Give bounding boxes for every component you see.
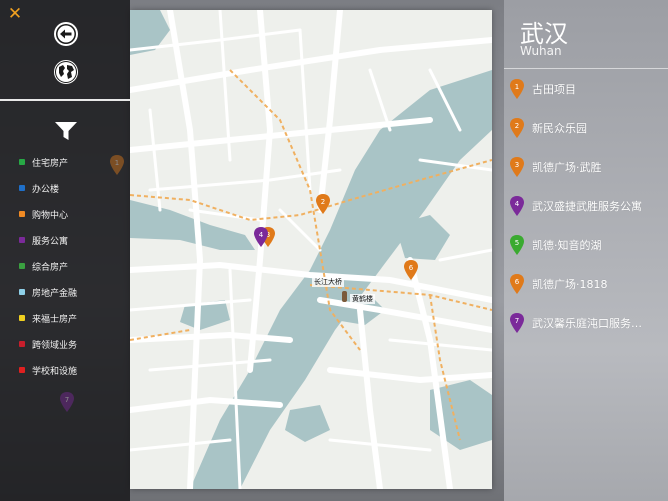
filter-icon[interactable]	[55, 122, 77, 140]
green-pin-icon: 5	[510, 235, 524, 255]
category-serviced-apartment[interactable]: 服务公寓	[19, 233, 68, 247]
category-integrated[interactable]: 综合房产	[19, 259, 68, 273]
pin-number: 3	[515, 161, 519, 169]
project-name: 古田项目	[532, 83, 576, 96]
panel-divider	[0, 99, 130, 101]
residential-color-dot	[19, 159, 25, 165]
close-icon[interactable]: ✕	[6, 5, 24, 23]
city-subtitle: Wuhan	[520, 44, 562, 58]
map-label-bridge: 长江大桥	[312, 277, 344, 287]
office-color-dot	[19, 185, 25, 191]
globe-button[interactable]	[54, 60, 78, 84]
category-office[interactable]: 办公楼	[19, 181, 59, 195]
cross-domain-color-dot	[19, 341, 25, 347]
category-shopping-mall[interactable]: 购物中心	[19, 207, 68, 221]
tower-icon	[342, 291, 347, 302]
project-item-3[interactable]: 3 凯德广场·武胜	[510, 156, 666, 178]
globe-icon	[55, 61, 77, 83]
project-item-7[interactable]: 7 武汉馨乐庭沌口服务…	[510, 312, 666, 334]
map-label-tower: 黄鹤楼	[350, 294, 375, 304]
map-view[interactable]: 长江大桥 黄鹤楼 2 3 4 6	[130, 10, 492, 489]
svg-text:1: 1	[115, 159, 119, 167]
orange-pin-icon: 6	[510, 274, 524, 294]
project-item-6[interactable]: 6 凯德广场·1818	[510, 273, 666, 295]
category-label: 跨领域业务	[32, 340, 78, 351]
map-canvas[interactable]	[130, 10, 492, 489]
serviced-apartment-color-dot	[19, 237, 25, 243]
pin-number: 6	[515, 278, 520, 286]
pin-number: 7	[515, 317, 519, 325]
category-raffles[interactable]: 来福士房产	[19, 311, 77, 325]
pin-number: 2	[515, 122, 519, 130]
category-label: 购物中心	[32, 210, 69, 221]
project-name: 凯德·知音的湖	[532, 239, 602, 252]
category-label: 综合房产	[32, 262, 69, 273]
pin-number: 1	[515, 83, 519, 91]
right-divider	[504, 68, 668, 69]
svg-text:4: 4	[259, 231, 264, 239]
category-label: 学校和设施	[32, 366, 78, 377]
pin-number: 4	[515, 200, 520, 208]
project-name: 武汉馨乐庭沌口服务…	[532, 317, 642, 330]
category-cross-domain[interactable]: 跨领域业务	[19, 337, 77, 351]
category-schools[interactable]: 学校和设施	[19, 363, 77, 377]
purple-pin-icon: 7	[510, 313, 524, 333]
map-pin-6[interactable]: 6	[404, 260, 418, 280]
raffles-color-dot	[19, 315, 25, 321]
project-name: 凯德广场·武胜	[532, 161, 602, 174]
svg-text:7: 7	[65, 396, 69, 404]
schools-color-dot	[19, 367, 25, 373]
category-residential[interactable]: 住宅房产	[19, 155, 68, 169]
left-panel: ✕ 住宅房产 办公楼 购物中心 服务公寓 综合房产 房地产金融 来福士房产 跨领…	[0, 0, 130, 501]
project-name: 新民众乐园	[532, 122, 587, 135]
category-label: 房地产金融	[32, 288, 78, 299]
project-name: 凯德广场·1818	[532, 278, 608, 291]
right-panel: 武汉 Wuhan 1 古田项目 2 新民众乐园 3 凯德广场·武胜 4 武汉盛捷…	[504, 0, 668, 501]
category-label: 办公楼	[32, 184, 60, 195]
orange-pin-icon: 2	[510, 118, 524, 138]
pin-number: 5	[515, 239, 519, 247]
back-arrow-icon	[56, 24, 76, 44]
map-pin-7[interactable]: 7	[60, 392, 74, 412]
real-estate-finance-color-dot	[19, 289, 25, 295]
shopping-mall-color-dot	[19, 211, 25, 217]
svg-text:2: 2	[321, 198, 325, 206]
project-item-2[interactable]: 2 新民众乐园	[510, 117, 666, 139]
integrated-color-dot	[19, 263, 25, 269]
svg-text:6: 6	[409, 264, 414, 272]
map-pin-1[interactable]: 1	[110, 155, 124, 175]
orange-pin-icon: 1	[510, 79, 524, 99]
orange-pin-icon: 3	[510, 157, 524, 177]
purple-pin-icon: 4	[510, 196, 524, 216]
project-item-5[interactable]: 5 凯德·知音的湖	[510, 234, 666, 256]
project-name: 武汉盛捷武胜服务公寓	[532, 200, 642, 213]
category-label: 住宅房产	[32, 158, 69, 169]
back-button[interactable]	[54, 22, 78, 46]
category-label: 来福士房产	[32, 314, 78, 325]
map-pin-2[interactable]: 2	[316, 194, 330, 214]
category-real-estate-finance[interactable]: 房地产金融	[19, 285, 77, 299]
category-label: 服务公寓	[32, 236, 69, 247]
project-item-4[interactable]: 4 武汉盛捷武胜服务公寓	[510, 195, 666, 217]
project-item-1[interactable]: 1 古田项目	[510, 78, 666, 100]
map-pin-4[interactable]: 4	[254, 227, 268, 247]
